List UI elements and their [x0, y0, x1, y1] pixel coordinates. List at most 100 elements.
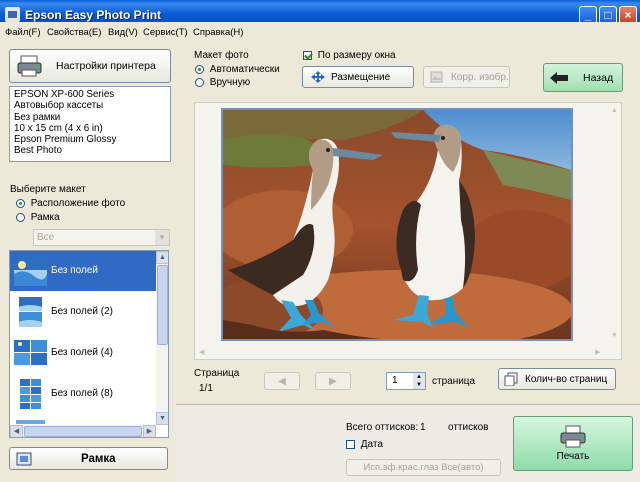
radio-auto-label: Автоматически: [209, 64, 280, 75]
next-page-button[interactable]: ▶: [315, 372, 351, 390]
list-item-label: Без полей (2): [51, 306, 114, 317]
placement-label: Размещение: [331, 71, 391, 83]
radio-frame[interactable]: Рамка: [16, 212, 60, 223]
placement-button[interactable]: Размещение: [302, 66, 414, 88]
borderless-thumb-icon: [14, 256, 47, 286]
radio-manual-label: Вручную: [209, 77, 251, 88]
list-item-label: Без полей (4): [51, 347, 114, 358]
print-label: Печать: [556, 451, 590, 462]
radio-frame-indicator[interactable]: [16, 212, 25, 222]
radio-auto[interactable]: Автоматически: [195, 64, 280, 75]
photo-layout-label: Макет фото: [194, 50, 249, 61]
list-item[interactable]: Без полей: [10, 251, 156, 291]
divider: [176, 404, 640, 405]
radio-manual[interactable]: Вручную: [195, 77, 250, 88]
correct-image-label: Корр. изобр.: [451, 71, 509, 83]
list-item[interactable]: Без полей (4): [10, 333, 156, 373]
radio-auto-indicator[interactable]: [195, 64, 204, 74]
page-count-button[interactable]: Колич-во страниц: [498, 368, 616, 390]
page-count-value: 1: [392, 375, 398, 386]
scroll-up-button[interactable]: ▲: [156, 251, 168, 264]
scroll-right-icon[interactable]: ▶: [595, 348, 600, 356]
frame-icon: [16, 452, 32, 465]
fit-window-checkbox-box[interactable]: [303, 50, 312, 60]
scroll-up-icon[interactable]: ▲: [611, 107, 618, 114]
preview-hscroll[interactable]: ◀ ▶: [195, 346, 608, 359]
layout-filter-value: Все: [37, 232, 55, 243]
printer-settings-button[interactable]: Настройки принтера: [9, 49, 171, 83]
red-eye-button[interactable]: Исп.эф.крас.глаз Все(авто): [346, 459, 501, 476]
menu-bar: Файл(F) Свойства(E) Вид(V) Сервис(T) Спр…: [0, 22, 640, 42]
page-value: 1/1: [199, 383, 213, 394]
fit-window-label: По размеру окна: [317, 50, 396, 61]
list-item-label: Без полей (8): [51, 388, 114, 399]
app-icon: [5, 7, 20, 22]
pages-unit-label: страница: [432, 376, 476, 387]
printer-info-line: EPSON XP-600 Series: [14, 89, 115, 100]
print-button[interactable]: Печать: [513, 416, 633, 471]
scroll-down-button[interactable]: ▼: [156, 412, 168, 425]
printer-info-line: Epson Premium Glossy: [14, 134, 117, 146]
left-panel: Настройки принтера EPSON XP-600 Series А…: [0, 42, 176, 482]
scroll-right-button[interactable]: ▶: [143, 425, 156, 437]
menu-file[interactable]: Файл(F): [5, 27, 41, 38]
hscroll-thumb[interactable]: [24, 426, 142, 437]
printer-info-line: Автовыбор кассеты: [14, 100, 104, 112]
scroll-thumb[interactable]: [157, 265, 168, 345]
triangle-right-icon: ▶: [329, 375, 337, 387]
right-panel: Макет фото Автоматически Вручную По разм…: [176, 42, 640, 482]
printer-icon: [17, 55, 42, 77]
arrows-move-icon: [311, 71, 325, 83]
total-prints-value: 1: [420, 422, 426, 433]
borderless-2-thumb-icon: [19, 297, 42, 327]
chevron-down-icon[interactable]: ▼: [155, 230, 169, 245]
scroll-left-button[interactable]: ◀: [10, 425, 23, 437]
radio-manual-indicator[interactable]: [195, 77, 204, 87]
menu-tools[interactable]: Сервис(T): [143, 27, 188, 38]
printer-settings-label: Настройки принтера: [56, 60, 156, 72]
list-item[interactable]: Без полей (2): [10, 292, 156, 332]
page-label: Страница: [194, 368, 240, 379]
frame-button[interactable]: Рамка: [9, 447, 168, 470]
stepper-down-icon[interactable]: ▼: [413, 381, 425, 389]
scroll-down-icon[interactable]: ▼: [611, 332, 618, 339]
date-label: Дата: [360, 439, 383, 450]
list-item-label: Без полей: [51, 265, 99, 276]
printer-info-line: Без рамки: [14, 111, 61, 123]
back-label: Назад: [583, 71, 614, 84]
correct-image-button[interactable]: Корр. изобр.: [423, 66, 510, 88]
prints-unit-label: оттисков: [448, 422, 489, 433]
pages-icon: [504, 372, 518, 386]
back-button[interactable]: Назад: [543, 63, 623, 92]
photo-preview: [221, 108, 573, 341]
fit-window-checkbox[interactable]: По размеру окна: [303, 50, 396, 61]
stepper-up-icon[interactable]: ▲: [413, 373, 425, 381]
radio-photo-layout-indicator[interactable]: [16, 198, 25, 208]
menu-properties[interactable]: Свойства(E): [47, 27, 101, 38]
window-title: Epson Easy Photo Print: [25, 8, 162, 22]
date-checkbox[interactable]: Дата: [346, 439, 383, 450]
menu-help[interactable]: Справка(H): [193, 27, 243, 38]
choose-layout-label: Выберите макет: [10, 184, 86, 195]
printer-info-line: 10 x 15 cm (4 x 6 in): [14, 122, 103, 134]
scroll-left-icon[interactable]: ◀: [199, 348, 204, 356]
list-item[interactable]: Без полей (8): [10, 374, 156, 414]
arrow-left-icon: [550, 71, 568, 84]
layout-filter-select[interactable]: Все ▼: [33, 229, 170, 246]
page-count-stepper[interactable]: 1 ▲ ▼: [386, 372, 426, 390]
preview-vscroll[interactable]: ▲ ▼: [608, 103, 621, 345]
triangle-left-icon: ◀: [278, 375, 286, 387]
layout-list: Без полей Без полей (2) Без полей (4) Бе…: [9, 250, 169, 438]
layout-list-scrollbar[interactable]: ▲ ▼: [156, 251, 168, 425]
printer-icon: [560, 425, 586, 448]
page-count-button-label: Колич-во страниц: [525, 373, 608, 385]
frame-button-label: Рамка: [81, 452, 116, 465]
prev-page-button[interactable]: ◀: [264, 372, 300, 390]
printer-info-box: EPSON XP-600 Series Автовыбор кассеты Бе…: [9, 86, 171, 162]
radio-photo-layout[interactable]: Расположение фото: [16, 198, 125, 209]
menu-view[interactable]: Вид(V): [108, 27, 138, 38]
red-eye-label: Исп.эф.крас.глаз Все(авто): [363, 462, 484, 473]
layout-list-hscrollbar[interactable]: ◀ ▶: [10, 425, 156, 437]
blue-footed-boobies-photo: [223, 110, 571, 339]
date-checkbox-box[interactable]: [346, 439, 355, 449]
